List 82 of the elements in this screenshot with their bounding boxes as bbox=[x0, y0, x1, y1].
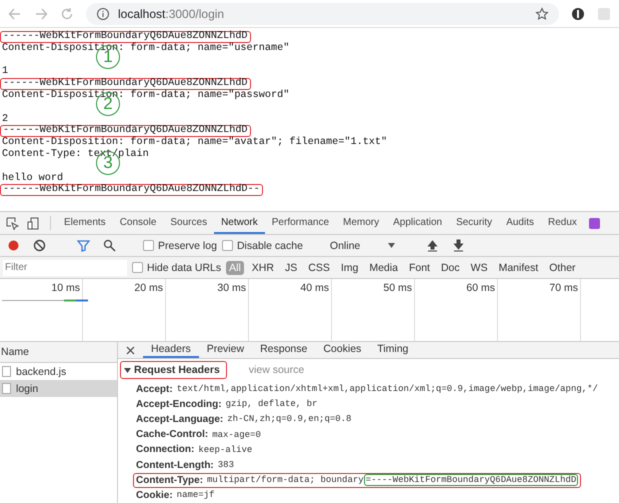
type-filter[interactable]: WS bbox=[468, 260, 491, 274]
address-bar[interactable]: localhost:3000/login bbox=[86, 2, 559, 24]
boundary-line: ------WebKitFormBoundaryQ6DAue8ZONNZLhdD bbox=[0, 125, 251, 138]
detail-tab[interactable]: Cookies bbox=[315, 342, 370, 358]
extension-icon[interactable] bbox=[571, 6, 585, 20]
detail-tab[interactable]: Headers bbox=[143, 342, 199, 358]
inspect-icon[interactable] bbox=[6, 216, 19, 230]
detail-tab[interactable]: Preview bbox=[198, 342, 252, 358]
header-name: Content-Length: bbox=[136, 460, 214, 471]
type-filter[interactable]: CSS bbox=[305, 260, 333, 274]
search-icon[interactable] bbox=[103, 239, 116, 252]
header-name: Accept-Encoding: bbox=[136, 398, 222, 410]
file-icon bbox=[2, 383, 11, 394]
clear-icon[interactable] bbox=[33, 239, 46, 252]
option-checkbox[interactable]: Hide data URLs bbox=[132, 262, 222, 274]
info-icon bbox=[96, 6, 110, 20]
header-value: gzip, deflate, br bbox=[226, 399, 318, 410]
timeline-tick: 30 ms bbox=[166, 279, 249, 341]
part-value: 1 bbox=[2, 66, 10, 78]
boundary-line: ------WebKitFormBoundaryQ6DAue8ZONNZLhdD bbox=[0, 31, 251, 43]
download-icon[interactable] bbox=[452, 239, 466, 252]
header-name: Cookie: bbox=[136, 490, 173, 501]
header-name: Connection: bbox=[136, 444, 194, 456]
devtools-tab[interactable]: Sources bbox=[163, 212, 214, 234]
part-value: hello word bbox=[2, 172, 64, 184]
devtools-tab[interactable]: Memory bbox=[336, 212, 386, 234]
device-icon[interactable] bbox=[27, 216, 40, 230]
header-name: Accept-Language: bbox=[136, 414, 224, 425]
highlighted-value: =----WebKitFormBoundaryQ6DAue8ZONNZLhdD bbox=[364, 474, 578, 486]
section-header[interactable]: Request Headers bbox=[120, 361, 227, 380]
devtools-tab[interactable]: Application bbox=[386, 212, 450, 234]
type-filter[interactable]: Font bbox=[406, 260, 433, 274]
throttle-dropdown[interactable]: Online bbox=[326, 240, 400, 252]
timeline-tick: 70 ms bbox=[498, 279, 581, 341]
type-filter[interactable]: XHR bbox=[248, 260, 277, 274]
close-icon[interactable] bbox=[126, 346, 135, 355]
type-filter[interactable]: Other bbox=[546, 260, 579, 274]
option-checkbox[interactable]: Disable cache bbox=[222, 240, 303, 252]
devtools-tab[interactable]: Performance bbox=[264, 212, 336, 234]
expand-triangle-icon[interactable] bbox=[124, 366, 131, 374]
header-name: Cache-Control: bbox=[136, 429, 208, 440]
part-value: 2 bbox=[2, 114, 8, 125]
header-name: Content-Type: bbox=[136, 474, 204, 486]
header-value: name=jf bbox=[176, 490, 214, 500]
timeline-tick: 50 ms bbox=[332, 279, 415, 341]
type-filter[interactable]: Img bbox=[338, 260, 362, 274]
file-icon bbox=[2, 366, 11, 377]
devtools-tab[interactable]: Console bbox=[112, 212, 164, 234]
header-value: text/html,application/xhtml+xml,application/xml;q=0.9,image/webp,image/apng,*/ bbox=[176, 384, 598, 394]
request-row[interactable]: login bbox=[0, 380, 117, 397]
type-filter[interactable]: JS bbox=[282, 260, 300, 274]
boundary-line: ------WebKitFormBoundaryQ6DAue8ZONNZLhdD-- bbox=[0, 184, 263, 196]
header-value: zh-CN,zh;q=0.9,en;q=0.8 bbox=[227, 414, 352, 424]
type-filter[interactable]: Manifest bbox=[496, 260, 542, 274]
header-value: max-age=0 bbox=[212, 430, 261, 440]
filter-icon[interactable] bbox=[77, 239, 90, 252]
address-host: localhost bbox=[118, 6, 166, 20]
detail-tab[interactable]: Timing bbox=[369, 342, 416, 358]
type-filter[interactable]: Media bbox=[366, 260, 401, 274]
detail-tab[interactable]: Response bbox=[252, 342, 316, 358]
header-value: multipart/form-data; boundary bbox=[207, 475, 364, 486]
timeline-tick: 60 ms bbox=[415, 279, 498, 341]
devtools-tab[interactable]: Elements bbox=[57, 212, 113, 234]
address-path: :3000/login bbox=[165, 6, 224, 20]
devtools-tab[interactable]: Audits bbox=[499, 212, 541, 234]
record-icon[interactable] bbox=[7, 239, 20, 252]
timeline-tick: 40 ms bbox=[249, 279, 332, 341]
header-value: keep-alive bbox=[198, 444, 252, 455]
filter-input[interactable]: Filter bbox=[3, 260, 127, 276]
devtools-tab[interactable]: Security bbox=[449, 212, 500, 234]
star-icon[interactable] bbox=[535, 6, 549, 20]
devtools-tab[interactable]: Redux bbox=[540, 212, 584, 234]
upload-icon[interactable] bbox=[426, 239, 440, 252]
column-header: Name bbox=[0, 342, 117, 363]
header-value: 383 bbox=[218, 460, 234, 470]
boundary-line: ------WebKitFormBoundaryQ6DAue8ZONNZLhdD bbox=[0, 78, 251, 90]
type-filter[interactable]: Doc bbox=[438, 260, 463, 274]
header-name: Accept: bbox=[136, 384, 173, 395]
option-checkbox[interactable]: Preserve log bbox=[143, 240, 217, 252]
dropdown-caret-icon bbox=[388, 243, 396, 248]
part-header: Content-Disposition: form-data; name="avatar"; filename="1.txt" bbox=[2, 137, 388, 148]
view-source-link[interactable]: view source bbox=[248, 364, 304, 376]
